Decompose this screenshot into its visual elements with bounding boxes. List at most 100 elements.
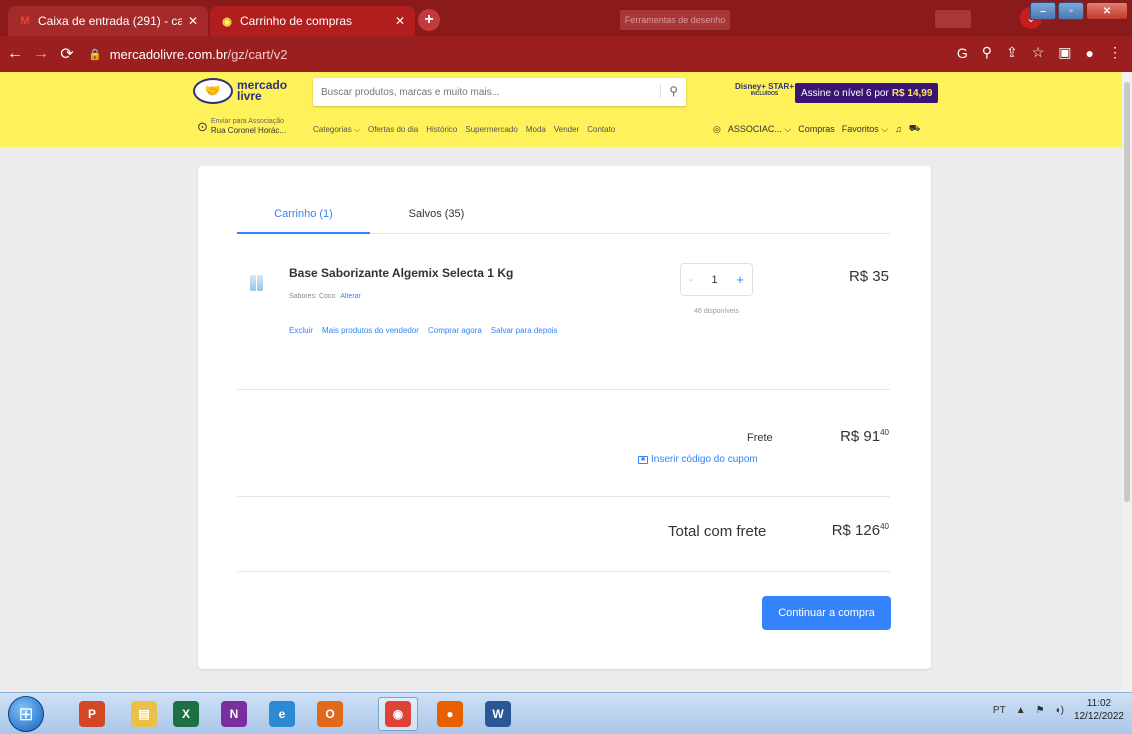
- clock-time: 11:02: [1086, 698, 1112, 709]
- nav-ofertas[interactable]: Ofertas do dia: [368, 125, 418, 135]
- continue-purchase-button[interactable]: Continuar a compra: [762, 596, 891, 630]
- cart-card: Carrinho (1) Salvos (35) Base Saborizant…: [198, 166, 931, 669]
- taskbar-app[interactable]: O: [310, 697, 350, 731]
- maximize-button[interactable]: ▫: [1058, 2, 1084, 20]
- forward-icon[interactable]: →: [30, 45, 52, 63]
- chrome-icon: ◉: [385, 701, 411, 727]
- back-icon[interactable]: ←: [4, 45, 26, 63]
- total-label: Total com frete: [668, 523, 767, 540]
- taskbar-app[interactable]: e: [262, 697, 302, 731]
- clock[interactable]: 11:02 12/12/2022: [1074, 697, 1124, 723]
- divider: [237, 496, 890, 497]
- mercadolivre-logo[interactable]: 🤝 mercado livre: [193, 78, 287, 104]
- nav-historico[interactable]: Histórico: [426, 125, 457, 135]
- tab-carrinho[interactable]: Carrinho (1): [237, 204, 370, 234]
- internet-explorer-icon: e: [269, 701, 295, 727]
- subscription-promo[interactable]: Assine o nível 6 por R$ 14,99: [795, 83, 939, 103]
- nav-moda[interactable]: Moda: [526, 125, 546, 135]
- url-field[interactable]: 🔒 mercadolivre.com.br/gz/cart/v2: [88, 47, 287, 62]
- coupon-link[interactable]: ✱ Inserir código do cupom: [638, 454, 758, 465]
- increase-button[interactable]: +: [736, 272, 744, 287]
- volume-icon[interactable]: ◖): [1055, 705, 1064, 716]
- nav-compras[interactable]: Compras: [798, 124, 835, 134]
- promo-price: R$ 14,99: [891, 87, 933, 99]
- extension-icon[interactable]: ●: [1086, 45, 1094, 61]
- new-tab-button[interactable]: +: [418, 9, 440, 31]
- google-icon[interactable]: G: [957, 45, 968, 61]
- mercadolivre-icon: ◉: [222, 15, 232, 28]
- nav-contato[interactable]: Contato: [587, 125, 615, 135]
- quantity-value[interactable]: 1: [711, 274, 717, 286]
- minimize-button[interactable]: –: [1030, 2, 1056, 20]
- product-title[interactable]: Base Saborizante Algemix Selecta 1 Kg: [289, 266, 513, 280]
- product-thumbnail[interactable]: [250, 275, 264, 291]
- cart-icon[interactable]: ⛟: [909, 123, 920, 135]
- disney-text: Disney+ STAR+: [735, 82, 794, 91]
- bookmark-star-icon[interactable]: ☆: [1032, 44, 1045, 61]
- deliver-line-1: Enviar para Associação: [210, 118, 285, 125]
- network-flag-icon[interactable]: ⚑: [1036, 705, 1045, 716]
- bell-icon[interactable]: ♫: [895, 124, 902, 134]
- taskbar-app[interactable]: ▤: [124, 697, 164, 731]
- gmail-icon: M: [20, 15, 30, 27]
- outlook-icon: O: [317, 701, 343, 727]
- taskbar-app[interactable]: X: [166, 697, 206, 731]
- seller-products-link[interactable]: Mais produtos do vendedor: [322, 326, 419, 335]
- shipping-price: R$ 9140: [840, 428, 889, 445]
- total-price-cents: 40: [880, 522, 889, 531]
- taskbar-app[interactable]: W: [478, 697, 518, 731]
- close-icon[interactable]: ✕: [188, 14, 198, 28]
- tab-label: Carrinho de compras: [240, 14, 353, 28]
- item-price: R$ 35: [848, 268, 889, 285]
- buy-now-link[interactable]: Comprar agora: [428, 326, 482, 335]
- quantity-stepper: - 1 +: [680, 263, 753, 296]
- shipping-price-int: R$ 91: [840, 428, 881, 445]
- zoom-icon[interactable]: ⚲: [982, 44, 992, 61]
- cart-tabs: Carrinho (1) Salvos (35): [237, 204, 890, 234]
- taskbar-app[interactable]: ●: [430, 697, 470, 731]
- tab-cart[interactable]: ◉ Carrinho de compras ✕: [210, 6, 415, 36]
- disney-sub: INCLUÍDOS: [750, 91, 779, 97]
- share-icon[interactable]: ⇪: [1006, 44, 1018, 61]
- window-close-button[interactable]: ✕: [1086, 2, 1128, 20]
- variant-text: Sabores: Coco: [289, 293, 336, 300]
- language-indicator[interactable]: PT: [993, 705, 1006, 716]
- nav-favoritos[interactable]: Favoritos ⌵: [842, 124, 888, 135]
- onenote-icon: N: [221, 701, 247, 727]
- menu-kebab-icon[interactable]: ⋮: [1108, 44, 1122, 61]
- sidepanel-icon[interactable]: ▣: [1058, 44, 1071, 61]
- scrollbar-thumb[interactable]: [1124, 82, 1130, 502]
- nav-supermercado[interactable]: Supermercado: [465, 125, 517, 135]
- promo-text: Assine o nível 6 por: [801, 87, 889, 99]
- divider: [237, 389, 890, 390]
- tab-label: Caixa de entrada (291) - casamar: [38, 14, 182, 28]
- taskbar-app[interactable]: P: [72, 697, 112, 731]
- product-variant: Sabores: Coco Alterar: [289, 293, 361, 300]
- delivery-address[interactable]: ⊙ Enviar para Associação Rua Coronel Hor…: [197, 118, 286, 135]
- user-nav: ◎ ASSOCIAC... ⌵ Compras Favoritos ⌵ ♫ ⛟: [713, 123, 920, 135]
- decrease-button[interactable]: -: [689, 274, 693, 286]
- page-scrollbar[interactable]: [1122, 72, 1132, 692]
- tab-gmail[interactable]: M Caixa de entrada (291) - casamar ✕: [8, 6, 208, 36]
- close-icon[interactable]: ✕: [395, 14, 405, 28]
- tab-salvos[interactable]: Salvos (35): [370, 204, 503, 234]
- search-icon[interactable]: ⚲: [660, 84, 678, 98]
- user-menu[interactable]: ASSOCIAC... ⌵: [728, 124, 791, 135]
- start-button[interactable]: ⊞: [8, 696, 44, 732]
- disney-star-logo[interactable]: Disney+ STAR+ INCLUÍDOS: [735, 82, 800, 97]
- delete-link[interactable]: Excluir: [289, 326, 313, 335]
- excel-icon: X: [173, 701, 199, 727]
- save-for-later-link[interactable]: Salvar para depois: [491, 326, 558, 335]
- nav-vender[interactable]: Vender: [554, 125, 579, 135]
- change-variant-link[interactable]: Alterar: [340, 293, 361, 300]
- taskbar-app[interactable]: ◉: [378, 697, 418, 731]
- tray-arrow-icon[interactable]: ▲: [1016, 705, 1026, 716]
- ml-header: 🤝 mercado livre ⚲ Disney+ STAR+INCLUÍDOS…: [0, 72, 1132, 147]
- stock-available: 46 disponíveis: [694, 308, 739, 315]
- reload-icon[interactable]: ⟳: [56, 44, 78, 64]
- nav-categorias[interactable]: Categorias ⌵: [313, 125, 360, 135]
- item-actions: Excluir Mais produtos do vendedor Compra…: [289, 326, 558, 335]
- shipping-label: Frete: [747, 432, 773, 444]
- search-input[interactable]: [313, 78, 643, 106]
- taskbar-app[interactable]: N: [214, 697, 254, 731]
